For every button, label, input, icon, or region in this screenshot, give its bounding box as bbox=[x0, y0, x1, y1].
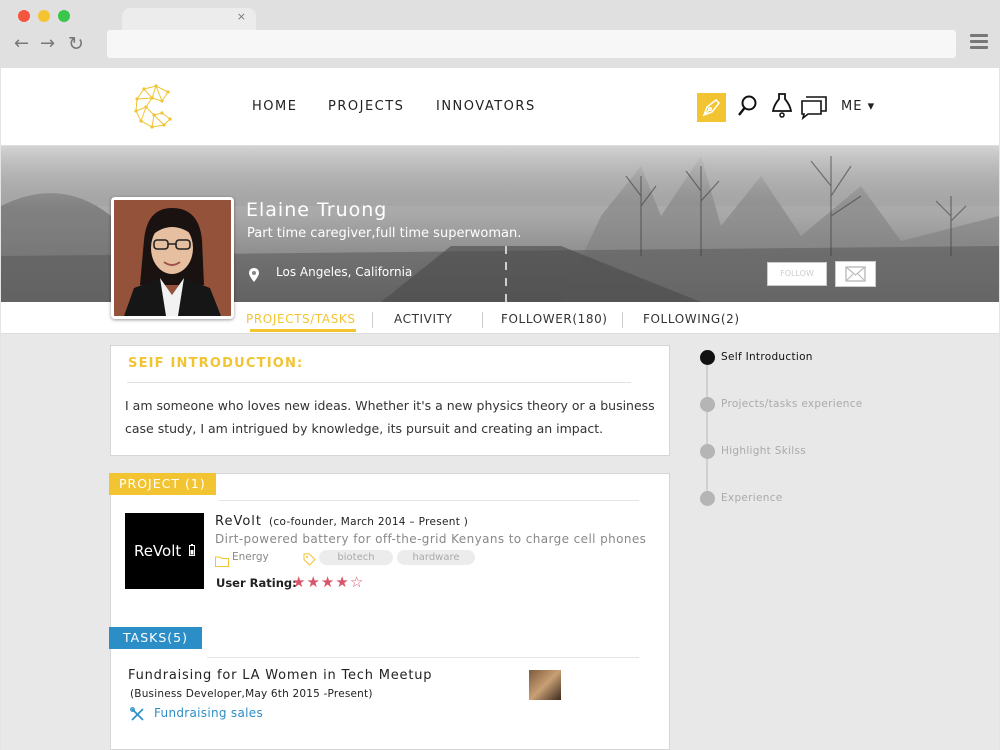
timeline-label: Highlight Skilss bbox=[721, 445, 807, 457]
browser-menu-icon[interactable] bbox=[970, 34, 988, 50]
create-post-button[interactable] bbox=[697, 93, 726, 122]
star-filled-icon: ★ bbox=[320, 573, 336, 591]
follow-button[interactable]: FOLLOW bbox=[767, 262, 827, 286]
back-arrow-icon[interactable]: ← bbox=[14, 35, 29, 53]
intro-title: SEIF INTRODUCTION: bbox=[128, 356, 304, 371]
project-logo-text: ReVolt bbox=[133, 542, 182, 560]
divider bbox=[219, 500, 639, 501]
battery-icon bbox=[189, 544, 196, 556]
nav-home[interactable]: HOME bbox=[252, 99, 297, 114]
projects-tasks-card: PROJECT (1) ReVolt ReVolt (co-founder, M… bbox=[109, 473, 670, 750]
tasks-section-label: TASKS(5) bbox=[109, 627, 202, 649]
active-tab-indicator bbox=[250, 329, 356, 332]
search-icon[interactable] bbox=[737, 94, 759, 122]
profile-location: Los Angeles, California bbox=[276, 265, 413, 279]
star-filled-icon: ★ bbox=[335, 573, 350, 591]
timeline-dot bbox=[700, 444, 715, 459]
project-role: (co-founder, March 2014 – Present ) bbox=[269, 516, 469, 528]
divider bbox=[127, 382, 631, 383]
timeline-dot bbox=[700, 491, 715, 506]
profile-avatar[interactable] bbox=[111, 197, 234, 319]
address-bar[interactable] bbox=[107, 30, 956, 58]
tab-divider bbox=[372, 312, 373, 328]
timeline-dot bbox=[700, 350, 715, 365]
task-thumbnail[interactable] bbox=[529, 670, 561, 700]
me-menu[interactable]: ME ▾ bbox=[841, 99, 875, 114]
star-filled-icon: ★ bbox=[292, 573, 307, 591]
profile-name: Elaine Truong bbox=[246, 199, 388, 221]
project-description: Dirt-powered battery for off-the-grid Ke… bbox=[215, 532, 647, 546]
user-rating-label: User Rating: bbox=[216, 576, 297, 590]
timeline-label: Self Introduction bbox=[721, 351, 813, 363]
message-button[interactable] bbox=[835, 261, 876, 287]
close-window-dot[interactable] bbox=[18, 10, 30, 22]
timeline-label: Projects/tasks experience bbox=[721, 398, 863, 410]
user-rating-stars: ★★★★☆ bbox=[292, 573, 364, 591]
envelope-icon bbox=[845, 266, 866, 282]
tab-divider bbox=[622, 312, 623, 328]
timeline-dot bbox=[700, 397, 715, 412]
self-introduction-card: SEIF INTRODUCTION: I am someone who love… bbox=[110, 345, 670, 456]
page-viewport: HOME PROJECTS INNOVATORS ME ▾ Elaine Tru… bbox=[1, 68, 999, 750]
task-name[interactable]: Fundraising for LA Women in Tech Meetup bbox=[128, 668, 432, 683]
pen-icon bbox=[702, 99, 720, 117]
timeline-label: Experience bbox=[721, 492, 783, 504]
task-skill[interactable]: Fundraising sales bbox=[154, 706, 263, 720]
project-logo[interactable]: ReVolt bbox=[125, 513, 204, 589]
top-navigation: HOME PROJECTS INNOVATORS ME ▾ bbox=[1, 68, 999, 146]
tab-following[interactable]: FOLLOWING(2) bbox=[643, 312, 740, 326]
browser-chrome: × ← → ↻ bbox=[0, 0, 1000, 68]
maximize-window-dot[interactable] bbox=[58, 10, 70, 22]
project-category[interactable]: Energy bbox=[232, 551, 269, 563]
messages-icon[interactable] bbox=[800, 94, 828, 124]
project-section-label: PROJECT (1) bbox=[109, 473, 216, 495]
tag-icon bbox=[303, 551, 316, 570]
divider bbox=[207, 657, 639, 658]
site-logo[interactable] bbox=[132, 83, 176, 129]
tab-follower[interactable]: FOLLOWER(180) bbox=[501, 312, 608, 326]
minimize-window-dot[interactable] bbox=[38, 10, 50, 22]
profile-tagline: Part time caregiver,full time superwoman… bbox=[247, 226, 522, 241]
tab-activity[interactable]: ACTIVITY bbox=[394, 312, 452, 326]
folder-icon bbox=[215, 552, 229, 571]
intro-text: I am someone who loves new ideas. Whethe… bbox=[125, 398, 655, 436]
tag-biotech[interactable]: biotech bbox=[319, 550, 393, 565]
location-pin-icon bbox=[249, 267, 259, 286]
nav-innovators[interactable]: INNOVATORS bbox=[436, 99, 536, 114]
browser-tab[interactable]: × bbox=[122, 8, 256, 30]
tab-projects-tasks[interactable]: PROJECTS/TASKS bbox=[246, 312, 356, 326]
nav-projects[interactable]: PROJECTS bbox=[328, 99, 404, 114]
star-empty-icon: ☆ bbox=[349, 573, 365, 591]
forward-arrow-icon[interactable]: → bbox=[40, 35, 55, 53]
reload-icon[interactable]: ↻ bbox=[68, 35, 84, 54]
star-filled-icon: ★ bbox=[306, 573, 321, 591]
tools-icon bbox=[130, 707, 145, 726]
tab-close-icon[interactable]: × bbox=[237, 10, 246, 23]
tag-hardware[interactable]: hardware bbox=[397, 550, 475, 565]
project-name[interactable]: ReVolt bbox=[215, 514, 262, 529]
notification-bell-icon[interactable] bbox=[770, 91, 794, 123]
tab-divider bbox=[482, 312, 483, 328]
timeline-line bbox=[706, 356, 708, 496]
task-role: (Business Developer,May 6th 2015 -Presen… bbox=[130, 688, 373, 700]
